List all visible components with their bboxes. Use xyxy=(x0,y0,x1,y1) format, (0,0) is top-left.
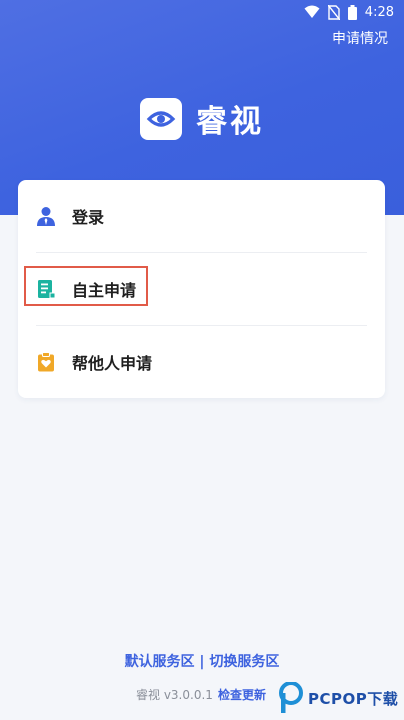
eye-logo-icon xyxy=(140,97,182,140)
pcpop-logo-icon xyxy=(279,682,303,713)
status-time: 4:28 xyxy=(364,4,394,20)
menu-item-label: 登录 xyxy=(72,208,105,227)
service-zone-links: 默认服务区 | 切换服务区 xyxy=(0,651,404,671)
user-icon xyxy=(37,207,55,226)
wifi-icon xyxy=(304,5,320,18)
menu-item-apply-for-others[interactable]: 帮他人申请 xyxy=(18,326,385,398)
battery-icon xyxy=(347,4,357,20)
watermark-text: PCPOP下载 xyxy=(308,689,399,708)
clipboard-heart-icon xyxy=(38,352,54,372)
menu-item-login[interactable]: 登录 xyxy=(18,180,385,252)
switch-zone-link[interactable]: 切换服务区 xyxy=(209,654,279,670)
app-name: 睿视 xyxy=(196,104,264,140)
menu-card: 登录 自主申请 帮他人申请 xyxy=(18,180,385,398)
menu-item-label: 帮他人申请 xyxy=(72,354,153,373)
version-label: 睿视 v3.0.0.1 xyxy=(136,688,213,702)
default-zone-link[interactable]: 默认服务区 xyxy=(125,654,195,670)
check-update-link[interactable]: 检查更新 xyxy=(218,686,266,703)
highlight-box xyxy=(24,266,148,306)
app-logo: 睿视 xyxy=(0,96,404,141)
no-sim-icon xyxy=(327,4,340,20)
watermark: PCPOP下载 xyxy=(278,682,398,714)
apply-status-link[interactable]: 申请情况 xyxy=(332,28,388,48)
status-bar: 4:28 xyxy=(0,0,404,24)
separator: | xyxy=(194,654,210,670)
